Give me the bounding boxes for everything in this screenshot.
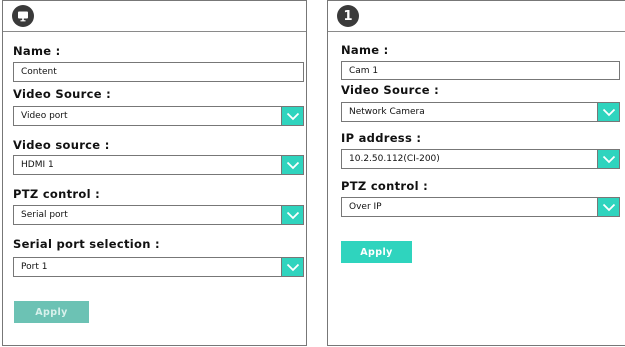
camera-number-badge: 1: [337, 5, 359, 27]
chevron-down-icon[interactable]: [597, 150, 619, 168]
video-source-label: Video Source :: [341, 83, 440, 97]
video-source2-label: Video source :: [13, 138, 110, 152]
video-source-value: Video port: [21, 111, 68, 121]
video-source2-select[interactable]: HDMI 1: [13, 155, 304, 175]
serial-port-select[interactable]: Port 1: [13, 257, 304, 277]
video-source-select[interactable]: Network Camera: [341, 102, 620, 122]
name-input[interactable]: Content: [13, 62, 304, 82]
video-source2-value: HDMI 1: [21, 160, 54, 170]
ip-address-select[interactable]: 10.2.50.112(CI-200): [341, 149, 620, 169]
camera-panel: 1 Name : Cam 1 Video Source : Network Ca…: [327, 0, 625, 346]
monitor-icon: [18, 11, 28, 22]
chevron-down-icon[interactable]: [281, 206, 303, 224]
panel-header: [3, 1, 306, 32]
chevron-down-icon[interactable]: [281, 258, 303, 276]
ptz-control-label: PTZ control :: [341, 179, 429, 193]
monitor-badge: [12, 5, 34, 27]
serial-port-label: Serial port selection :: [13, 237, 160, 251]
video-source-select[interactable]: Video port: [13, 106, 304, 126]
chevron-down-icon[interactable]: [281, 156, 303, 174]
ptz-control-value: Serial port: [21, 210, 68, 220]
chevron-down-icon[interactable]: [597, 198, 619, 216]
video-source-label: Video Source :: [13, 87, 112, 101]
video-source-value: Network Camera: [349, 107, 425, 117]
camera-number: 1: [343, 8, 353, 24]
ptz-control-value: Over IP: [349, 202, 382, 212]
serial-port-value: Port 1: [21, 262, 48, 272]
ptz-control-select[interactable]: Over IP: [341, 197, 620, 217]
ptz-control-label: PTZ control :: [13, 187, 101, 201]
name-input[interactable]: Cam 1: [341, 61, 620, 80]
panel-header: 1: [328, 1, 625, 32]
apply-button[interactable]: Apply: [14, 301, 89, 323]
ip-address-label: IP address :: [341, 131, 422, 145]
ip-address-value: 10.2.50.112(CI-200): [349, 154, 440, 164]
name-label: Name :: [341, 43, 389, 57]
apply-button[interactable]: Apply: [341, 241, 412, 263]
chevron-down-icon[interactable]: [597, 103, 619, 121]
chevron-down-icon[interactable]: [281, 107, 303, 125]
ptz-control-select[interactable]: Serial port: [13, 205, 304, 225]
name-label: Name :: [13, 44, 61, 58]
content-source-panel: Name : Content Video Source : Video port…: [2, 0, 307, 346]
